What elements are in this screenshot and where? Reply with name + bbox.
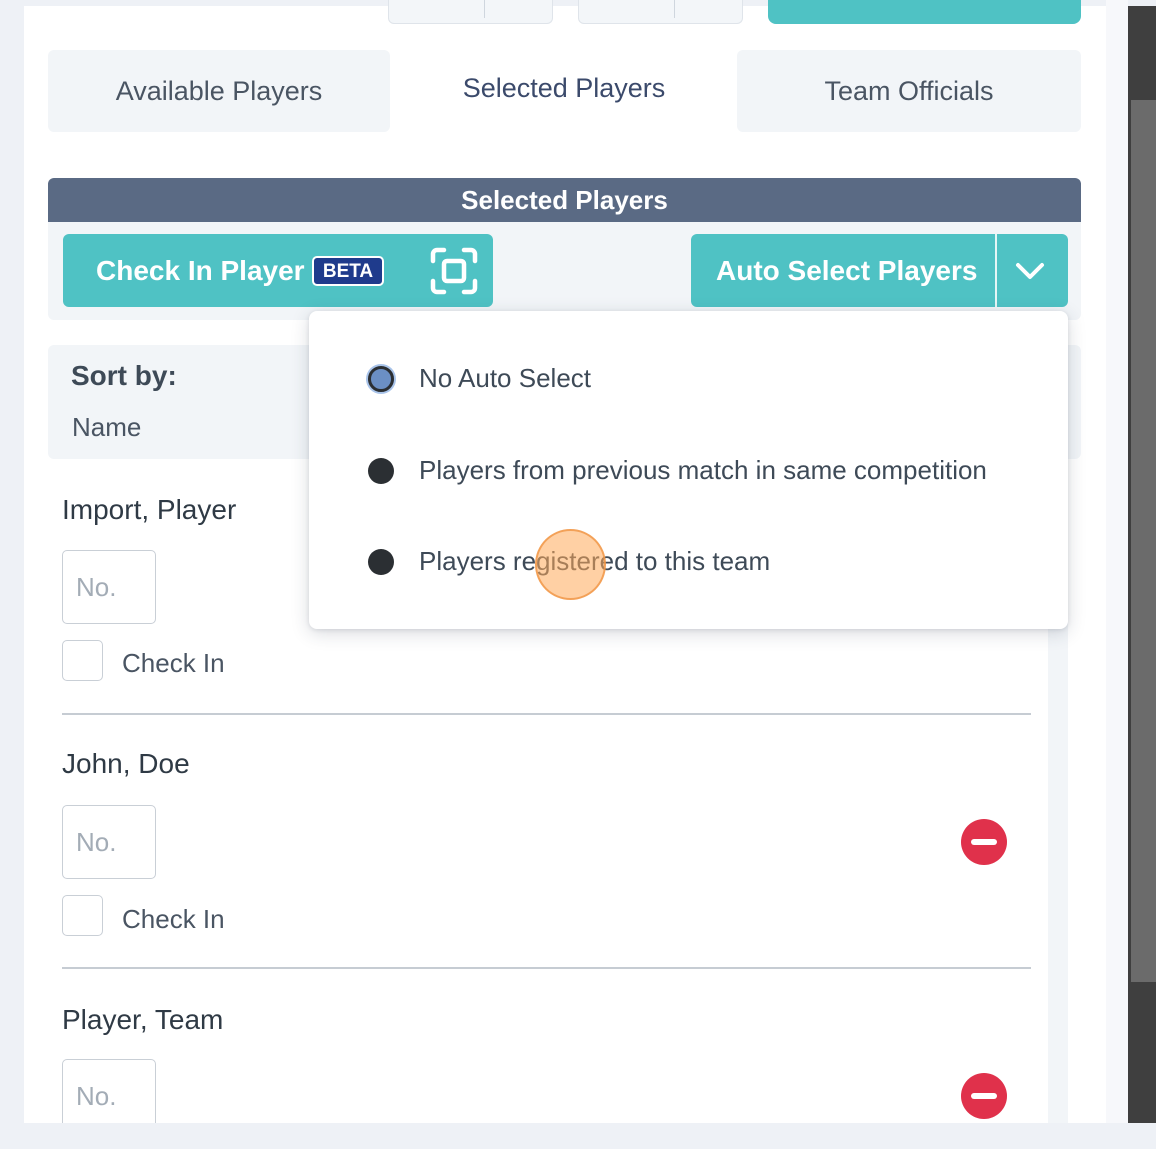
tab-selected-players[interactable]: Selected Players	[392, 48, 736, 128]
auto-select-players-button[interactable]: Auto Select Players	[691, 234, 1068, 307]
page-gutter	[1106, 0, 1128, 1123]
top-button-group-2[interactable]	[578, 0, 743, 24]
sort-by-value[interactable]: Name	[72, 412, 141, 443]
auto-select-option-none[interactable]: No Auto Select	[309, 349, 1068, 409]
check-in-checkbox[interactable]	[62, 640, 103, 681]
tab-available-players[interactable]: Available Players	[48, 50, 390, 132]
chevron-down-icon[interactable]	[1014, 256, 1046, 286]
section-title: Selected Players	[48, 178, 1081, 222]
radio-icon[interactable]	[368, 549, 394, 575]
app-frame: Available Players Selected Players Team …	[0, 0, 1156, 1123]
auto-select-dropdown: No Auto Select Players from previous mat…	[309, 311, 1068, 629]
option-label: No Auto Select	[419, 363, 591, 393]
player-name: Player, Team	[62, 1004, 224, 1035]
check-in-label: Check In	[122, 648, 225, 678]
tab-label: Available Players	[115, 75, 323, 106]
remove-player-icon[interactable]	[960, 818, 1008, 866]
player-number-input[interactable]	[62, 550, 156, 624]
row-divider	[62, 713, 1031, 715]
scrollbar-thumb[interactable]	[1131, 100, 1156, 982]
option-label: Players registered to this team	[419, 546, 771, 576]
sort-by-label: Sort by:	[71, 360, 177, 391]
top-action-button[interactable]	[768, 0, 1081, 24]
split-divider	[995, 234, 997, 307]
option-label: Players from previous match in same comp…	[419, 455, 987, 485]
auto-select-option-previous-match[interactable]: Players from previous match in same comp…	[309, 441, 1068, 501]
tab-label: Selected Players	[462, 72, 666, 103]
check-in-player-button[interactable]: Check In Player BETA	[63, 234, 493, 307]
check-in-checkbox[interactable]	[62, 895, 103, 936]
tab-label: Team Officials	[824, 75, 994, 106]
top-button-group-1[interactable]	[388, 0, 553, 24]
auto-select-option-registered[interactable]: Players registered to this team	[309, 532, 1068, 592]
radio-selected-icon[interactable]	[368, 366, 394, 392]
beta-badge: BETA	[312, 256, 384, 286]
remove-player-icon[interactable]	[960, 1072, 1008, 1120]
auto-select-label: Auto Select Players	[716, 255, 978, 286]
tab-team-officials[interactable]: Team Officials	[737, 50, 1081, 132]
player-number-input[interactable]	[62, 1059, 156, 1123]
check-in-label: Check In	[122, 904, 225, 934]
player-number-input[interactable]	[62, 805, 156, 879]
row-divider	[62, 967, 1031, 969]
player-name: Import, Player	[62, 494, 237, 525]
radio-icon[interactable]	[368, 458, 394, 484]
scan-icon	[430, 247, 478, 295]
section-title-text: Selected Players	[461, 184, 668, 215]
check-in-player-label: Check In Player	[96, 255, 305, 286]
player-name: John, Doe	[62, 748, 190, 779]
bottom-strip	[0, 1123, 1156, 1149]
